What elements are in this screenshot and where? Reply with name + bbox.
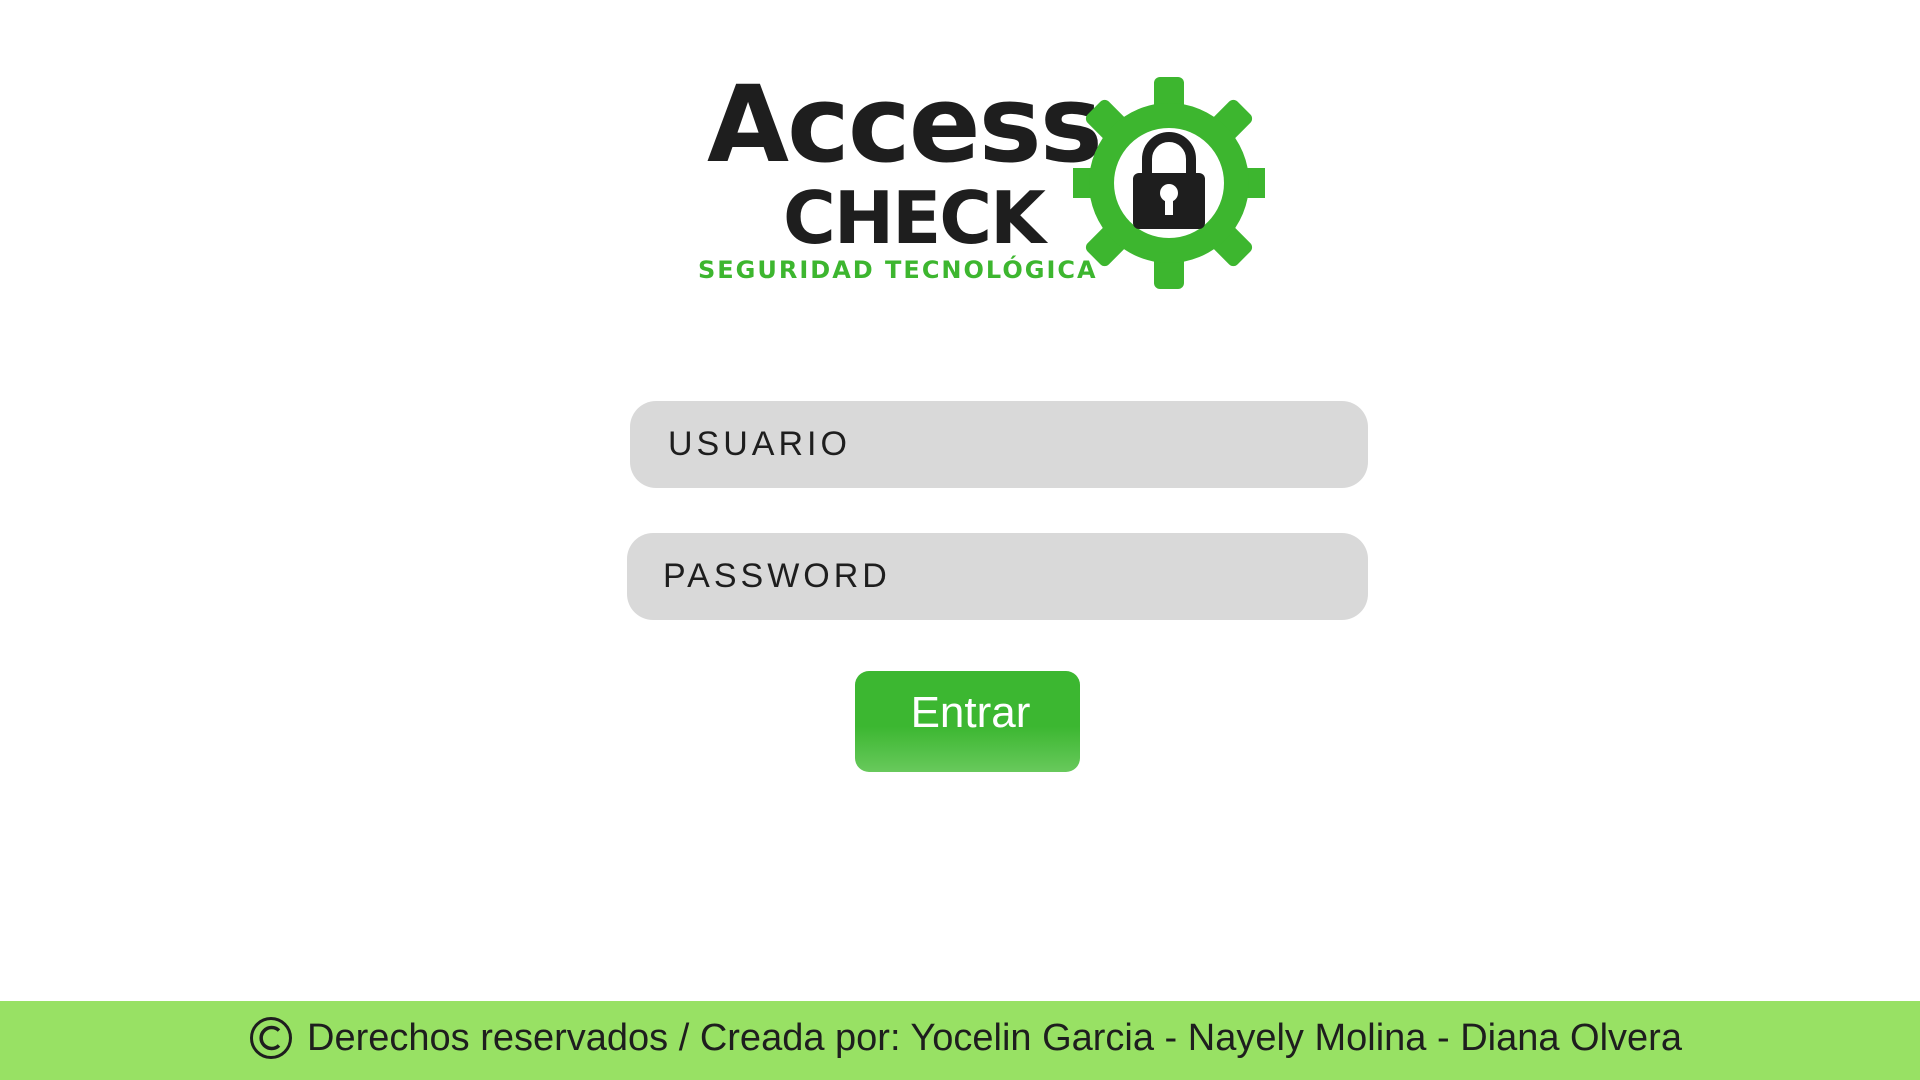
logo-title-access: Access [707,63,1103,186]
gear-lock-icon [1073,77,1265,289]
login-button[interactable]: Entrar [855,671,1080,772]
username-input[interactable] [630,401,1368,488]
footer-credits: Derechos reservados / Creada por: Yoceli… [307,1017,1682,1059]
copyright-icon [250,1017,292,1059]
access-check-logo: Access CHECK SEGURIDAD TECNOLÓGICA [695,72,1270,297]
login-page: Access CHECK SEGURIDAD TECNOLÓGICA USUAR… [0,0,1920,1080]
footer: Derechos reservados / Creada por: Yoceli… [0,1001,1920,1080]
logo-tagline: SEGURIDAD TECNOLÓGICA [698,256,1098,284]
password-input[interactable] [627,533,1368,620]
logo-title-check: CHECK [783,176,1046,260]
